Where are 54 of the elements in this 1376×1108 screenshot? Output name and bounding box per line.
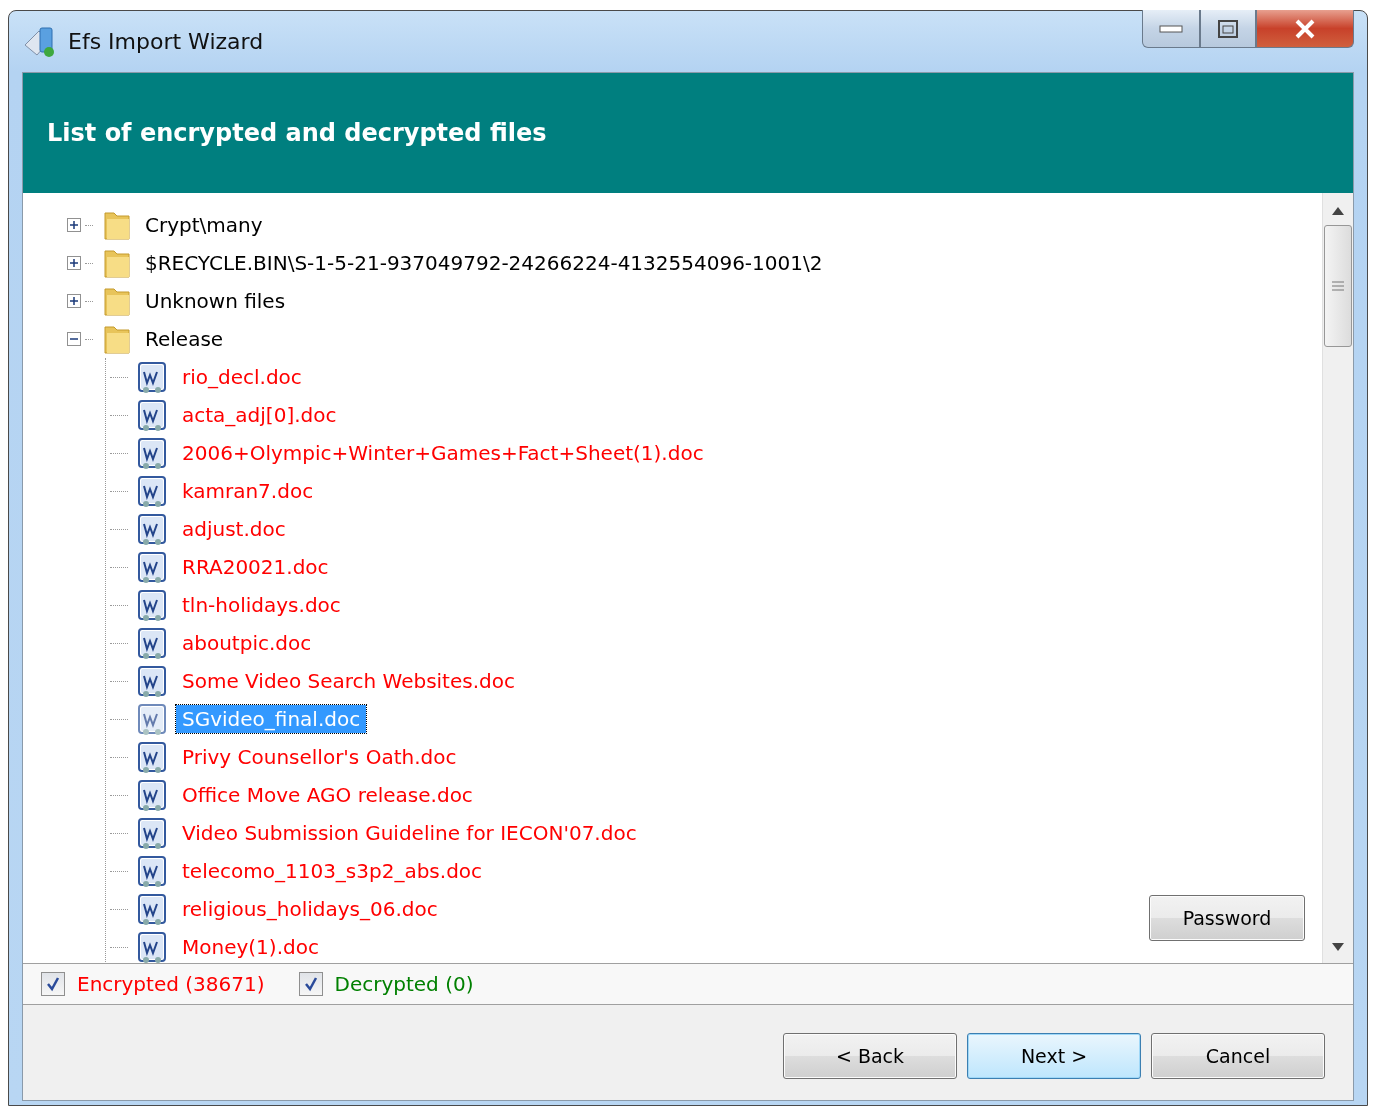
grip-icon [1332,281,1344,291]
file-label[interactable]: SGvideo_final.doc [176,705,367,733]
file-label[interactable]: Some Video Search Websites.doc [176,667,521,695]
file-label[interactable]: tln-holidays.doc [176,591,347,619]
scrollbar[interactable] [1322,193,1353,963]
checkbox[interactable] [298,972,323,996]
file-label[interactable]: adjust.doc [176,515,292,543]
file-label[interactable]: 2006+Olympic+Winter+Games+Fact+Sheet(1).doc [176,439,710,467]
collapse-icon[interactable] [67,332,81,346]
wizard-button[interactable]: Cancel [1151,1033,1325,1079]
password-button[interactable]: Password [1149,895,1305,941]
minimize-button[interactable] [1142,10,1200,48]
close-button[interactable] [1256,10,1354,48]
header-title: List of encrypted and decrypted files [47,119,547,147]
file-label[interactable]: acta_adj[0].doc [176,401,343,429]
checkmark-icon [45,976,61,992]
expand-icon[interactable] [67,294,81,308]
file-label[interactable]: Privy Counsellor's Oath.doc [176,743,463,771]
file-label[interactable]: aboutpic.doc [176,629,318,657]
checkbox[interactable] [41,972,65,996]
expand-icon[interactable] [67,218,81,232]
folder-label[interactable]: $RECYCLE.BIN\S-1-5-21-937049792-24266224-4132554096-1001\2 [139,249,829,277]
minimize-icon [1159,23,1183,34]
folder-icon [103,209,133,241]
file-label[interactable]: RRA20021.doc [176,553,335,581]
file-label[interactable]: rio_decl.doc [176,363,308,391]
scroll-down-icon[interactable] [1332,943,1344,951]
expand-icon[interactable] [67,256,81,270]
scroll-thumb[interactable] [1324,225,1352,347]
file-label[interactable]: Money(1).doc [176,933,325,961]
folder-icon [103,323,133,355]
scroll-up-icon[interactable] [1332,207,1344,215]
folder-icon [103,285,133,317]
folder-label[interactable]: Unknown files [139,287,292,315]
plus-icon [69,296,79,306]
window-title: Efs Import Wizard [68,29,264,54]
file-label[interactable]: Office Move AGO release.doc [176,781,479,809]
file-label[interactable]: religious_holidays_06.doc [176,895,444,923]
folder-label[interactable]: Release [139,325,230,353]
close-icon [1293,18,1317,39]
maximize-icon [1217,18,1239,39]
filter-label: Encrypted (38671) [77,972,265,996]
file-label[interactable]: telecomo_1103_s3p2_abs.doc [176,857,489,885]
wizard-button[interactable]: Next > [967,1033,1141,1079]
wizard-button[interactable]: < Back [783,1033,957,1079]
folder-icon [103,247,133,279]
checkmark-icon [302,976,319,992]
plus-icon [69,220,79,230]
file-label[interactable]: Video Submission Guideline for IECON'07.doc [176,819,643,847]
maximize-button[interactable] [1200,10,1256,48]
folder-label[interactable]: Crypt\many [139,211,269,239]
plus-icon [69,258,79,268]
file-label[interactable]: kamran7.doc [176,477,320,505]
filter-label: Decrypted (0) [334,972,474,996]
